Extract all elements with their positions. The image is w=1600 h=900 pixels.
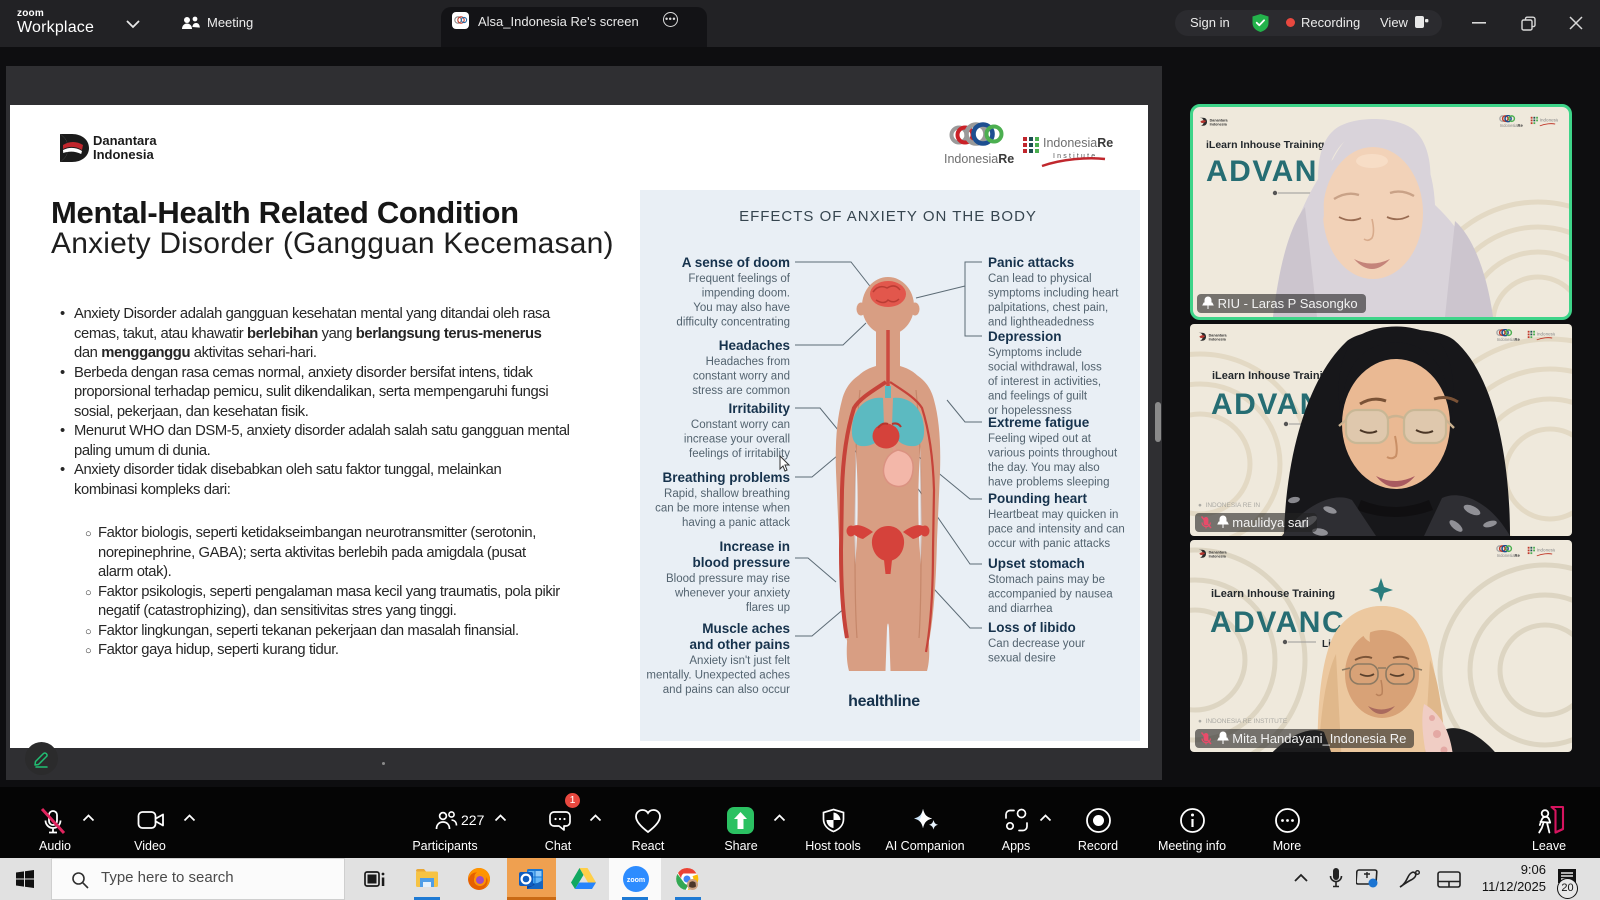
svg-text:ADVANC: ADVANC <box>1210 606 1345 639</box>
svg-text:Constant worry canincrease you: Constant worry canincrease your overallf… <box>684 419 790 460</box>
svg-text:Loss of libido: Loss of libido <box>988 620 1076 635</box>
svg-text:Indonesia: Indonesia <box>1209 554 1227 558</box>
svg-text:healthline: healthline <box>848 693 920 710</box>
svg-text:Indonesia: Indonesia <box>93 147 154 162</box>
svg-text:Danantara: Danantara <box>1209 333 1228 337</box>
svg-text:Indonesia: Indonesia <box>1210 122 1228 126</box>
svg-text:Extreme fatigue: Extreme fatigue <box>988 415 1090 430</box>
svg-text:IndonesiaRe: IndonesiaRe <box>1537 331 1555 336</box>
svg-text:Pounding heart: Pounding heart <box>988 491 1088 506</box>
svg-text:A sense of doom: A sense of doom <box>682 255 790 270</box>
svg-text:Muscle achesand other pains: Muscle achesand other pains <box>689 621 790 652</box>
svg-text:IndonesiaRe: IndonesiaRe <box>1500 123 1524 128</box>
svg-text:IndonesiaRe: IndonesiaRe <box>1497 553 1521 558</box>
svg-text:Danantara: Danantara <box>1209 550 1228 554</box>
svg-text:IndonesiaRe: IndonesiaRe <box>1043 136 1113 150</box>
svg-text:IndonesiaRe: IndonesiaRe <box>1537 547 1555 552</box>
svg-text:iLearn Inhouse Training: iLearn Inhouse Training <box>1212 370 1336 382</box>
svg-text:Panic attacks: Panic attacks <box>988 255 1074 270</box>
svg-text:Danantara: Danantara <box>93 133 157 148</box>
svg-text:iLearn Inhouse Training: iLearn Inhouse Training <box>1206 139 1324 151</box>
svg-text:Upset stomach: Upset stomach <box>988 556 1085 571</box>
svg-text:Depression: Depression <box>988 329 1062 344</box>
svg-text:Danantara: Danantara <box>1210 118 1229 122</box>
svg-text:EFFECTS OF ANXIETY ON THE BODY: EFFECTS OF ANXIETY ON THE BODY <box>739 208 1037 225</box>
svg-text:Breathing problems: Breathing problems <box>662 470 790 485</box>
svg-text:iLearn Inhouse Training: iLearn Inhouse Training <box>1211 588 1335 600</box>
svg-text:Irritability: Irritability <box>728 401 790 416</box>
svg-text:IndonesiaRe: IndonesiaRe <box>944 152 1014 166</box>
svg-text:zoom: zoom <box>627 877 645 884</box>
svg-text:ADVAN: ADVAN <box>1206 155 1318 188</box>
svg-text:IndonesiaRe: IndonesiaRe <box>1497 337 1521 342</box>
svg-text:Headaches fromconstant worry a: Headaches fromconstant worry andstress a… <box>692 356 790 397</box>
svg-text:Headaches: Headaches <box>719 338 790 353</box>
svg-text:Indonesia: Indonesia <box>1209 337 1227 341</box>
svg-text:Heartbeat may quicken inpace a: Heartbeat may quicken inpace and intensi… <box>988 509 1125 550</box>
svg-text:IndonesiaRe: IndonesiaRe <box>1540 117 1558 122</box>
